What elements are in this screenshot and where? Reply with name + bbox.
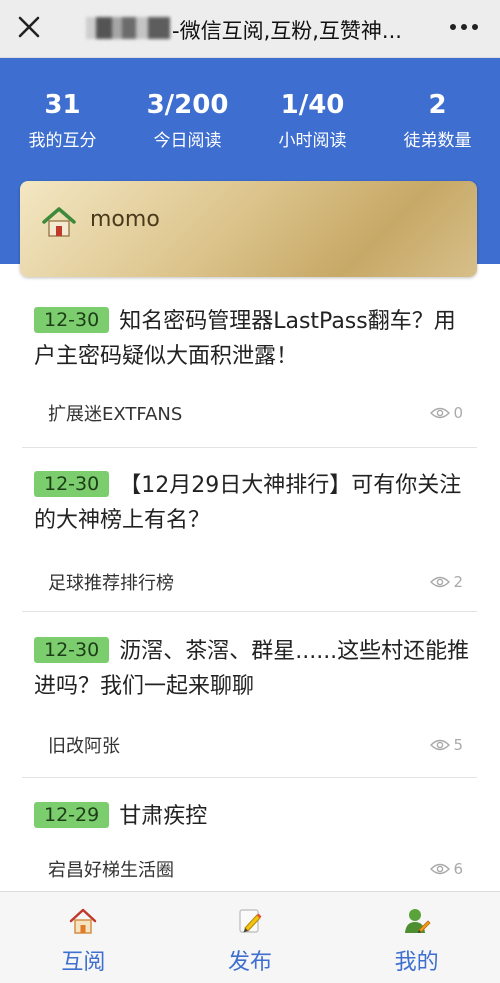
stat-label: 我的互分 bbox=[28, 131, 97, 151]
view-count-value: 6 bbox=[453, 860, 463, 878]
stat-value: 2 bbox=[428, 90, 447, 120]
article-source: 旧改阿张 bbox=[48, 736, 120, 757]
user-icon bbox=[404, 909, 431, 933]
stat-value: 3/200 bbox=[146, 90, 229, 120]
user-card[interactable]: momo bbox=[20, 181, 477, 277]
view-count-value: 2 bbox=[453, 573, 463, 591]
article-item[interactable]: 12-30 知名密码管理器LastPass翻车？用户主密码疑似大面积泄露！ 扩展迷… bbox=[22, 304, 477, 448]
view-count-value: 5 bbox=[453, 736, 463, 754]
date-tag: 12-30 bbox=[34, 471, 110, 497]
eye-icon bbox=[430, 407, 451, 419]
stat-value: 31 bbox=[44, 90, 81, 120]
stat-label: 徒弟数量 bbox=[403, 131, 472, 151]
view-count: 0 bbox=[430, 404, 463, 422]
bottom-tab-bar: 互阅 发布 我的 bbox=[0, 891, 500, 983]
date-tag: 12-30 bbox=[34, 307, 110, 333]
article-item[interactable]: 12-29 甘肃疾控 宕昌好梯生活圈 6 bbox=[22, 799, 477, 899]
stat-value: 1/40 bbox=[280, 90, 345, 120]
article-source: 足球推荐排行榜 bbox=[48, 573, 174, 594]
house-icon bbox=[42, 207, 76, 237]
tab-label: 互阅 bbox=[61, 950, 106, 975]
stat-hour-reads[interactable]: 1/40 小时阅读 bbox=[250, 88, 375, 152]
stats-header: 31 我的互分 3/200 今日阅读 1/40 小时阅读 2 徒弟数量 momo bbox=[0, 58, 500, 277]
view-count: 2 bbox=[430, 573, 463, 591]
article-title: 甘肃疾控 bbox=[119, 804, 208, 829]
more-options-icon[interactable] bbox=[446, 12, 482, 42]
date-tag: 12-29 bbox=[34, 802, 110, 828]
article-title-block: 12-30 【12月29日大神排行】可有你关注的大神榜上有名？ bbox=[34, 468, 474, 538]
view-count: 5 bbox=[430, 736, 463, 754]
user-name: momo bbox=[90, 207, 160, 232]
view-count: 6 bbox=[430, 860, 463, 878]
top-navbar: -微信互阅,互粉,互赞神... bbox=[0, 0, 500, 58]
tab-publish[interactable]: 发布 bbox=[167, 892, 334, 983]
article-item[interactable]: 12-30 【12月29日大神排行】可有你关注的大神榜上有名？ 足球推荐排行榜 2 bbox=[22, 468, 477, 612]
article-title-block: 12-30 知名密码管理器LastPass翻车？用户主密码疑似大面积泄露！ bbox=[34, 304, 474, 374]
date-tag: 12-30 bbox=[34, 637, 110, 663]
blurred-account-name bbox=[86, 17, 170, 39]
article-title-block: 12-29 甘肃疾控 bbox=[34, 799, 474, 834]
eye-icon bbox=[430, 739, 451, 751]
tab-mutual-read[interactable]: 互阅 bbox=[0, 892, 167, 983]
pencil-icon bbox=[239, 909, 262, 933]
article-source: 宕昌好梯生活圈 bbox=[48, 860, 174, 881]
stat-today-reads[interactable]: 3/200 今日阅读 bbox=[125, 88, 250, 152]
article-title-block: 12-30 沥滘、茶滘、群星......这些村还能推进吗？我们一起来聊聊 bbox=[34, 634, 474, 704]
home-icon bbox=[70, 908, 97, 934]
article-source: 扩展迷EXTFANS bbox=[48, 404, 183, 425]
tab-label: 发布 bbox=[228, 950, 273, 975]
eye-icon bbox=[430, 576, 451, 588]
tab-mine[interactable]: 我的 bbox=[333, 892, 500, 983]
article-item[interactable]: 12-30 沥滘、茶滘、群星......这些村还能推进吗？我们一起来聊聊 旧改阿张… bbox=[22, 634, 477, 778]
tab-label: 我的 bbox=[394, 950, 439, 975]
eye-icon bbox=[430, 863, 451, 875]
close-icon[interactable] bbox=[12, 10, 46, 44]
stat-label: 小时阅读 bbox=[278, 131, 347, 151]
view-count-value: 0 bbox=[453, 404, 463, 422]
stats-row: 31 我的互分 3/200 今日阅读 1/40 小时阅读 2 徒弟数量 bbox=[0, 88, 500, 152]
stat-apprentice-count[interactable]: 2 徒弟数量 bbox=[375, 88, 500, 152]
stat-my-points[interactable]: 31 我的互分 bbox=[0, 88, 125, 152]
page-title: -微信互阅,互粉,互赞神... bbox=[172, 19, 402, 43]
stat-label: 今日阅读 bbox=[153, 131, 222, 151]
